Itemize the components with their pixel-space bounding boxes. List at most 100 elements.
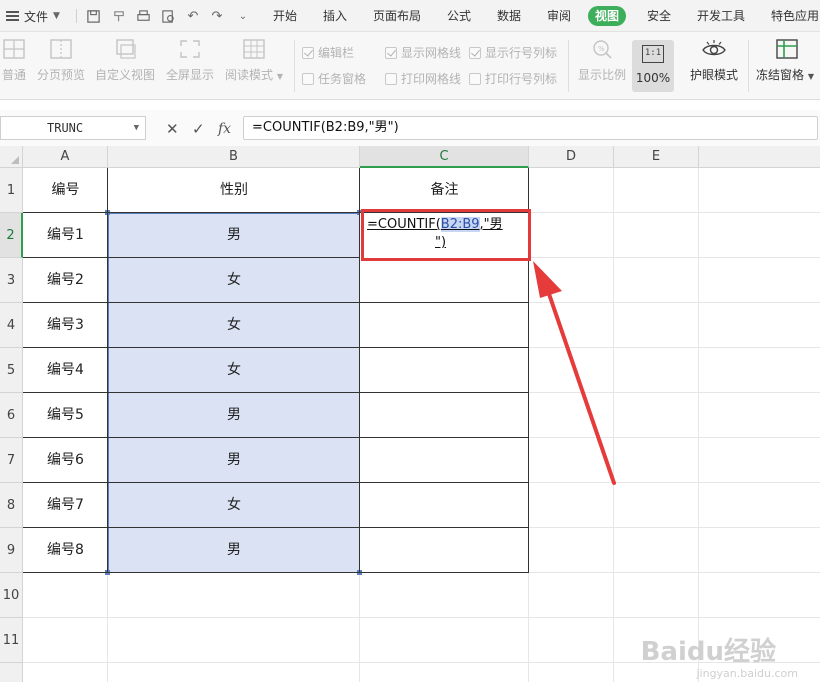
cell-a1[interactable]: 编号 (23, 168, 108, 213)
cancel-icon[interactable]: ✕ (166, 122, 179, 137)
show-gridlines-checkbox-label: 显示网格线 (401, 46, 462, 60)
cell-b2[interactable]: 男 (108, 213, 360, 258)
checkbox-icon (469, 72, 481, 85)
checkbox-icon (469, 46, 481, 59)
tab-view[interactable]: 视图 (588, 6, 627, 26)
print-headings-checkbox[interactable]: 打印行号列标 (469, 70, 557, 87)
cell-a9[interactable]: 编号8 (23, 528, 108, 573)
tab-review[interactable]: 审阅 (547, 8, 571, 24)
cell-a3[interactable]: 编号2 (23, 258, 108, 303)
print-icon[interactable] (134, 7, 152, 25)
file-menu[interactable]: 文件 ▼ (6, 8, 60, 24)
zoom-ratio-label: 显示比例 (577, 68, 626, 82)
cell-b6[interactable]: 男 (108, 393, 360, 438)
cell-a7[interactable]: 编号6 (23, 438, 108, 483)
cell-a6[interactable]: 编号5 (23, 393, 108, 438)
magnifier-icon: % (593, 40, 612, 59)
checkbox-icon (302, 72, 314, 85)
watermark-logo: Baidu经验 (640, 637, 776, 667)
format-painter-icon[interactable] (110, 7, 128, 25)
column-header-c[interactable]: C (360, 146, 529, 168)
redo-icon[interactable]: ↷ (208, 7, 226, 25)
row-header-5[interactable]: 5 (0, 348, 23, 393)
chevron-down-icon: ▼ (276, 72, 283, 81)
column-header-e[interactable]: E (614, 146, 699, 168)
normal-view-icon (3, 39, 25, 59)
print-gridlines-checkbox[interactable]: 打印网格线 (385, 70, 461, 87)
file-menu-label: 文件 (24, 9, 49, 24)
cell-b5[interactable]: 女 (108, 348, 360, 393)
page-break-preview-label: 分页预览 (36, 68, 85, 82)
freeze-panes-label: 冻结窗格 (756, 68, 805, 82)
normal-view-button[interactable]: 普通 (0, 38, 32, 83)
name-box[interactable]: TRUNC ▼ (0, 116, 146, 140)
row-header-6[interactable]: 6 (0, 393, 23, 438)
zoom-100-button[interactable]: 1:1 100% (632, 40, 674, 92)
cell-b8[interactable]: 女 (108, 483, 360, 528)
reading-mode-label: 阅读模式 (225, 68, 274, 82)
row-header-3[interactable]: 3 (0, 258, 23, 303)
formula-bar-checkbox[interactable]: 编辑栏 (302, 44, 354, 61)
show-gridlines-checkbox[interactable]: 显示网格线 (385, 44, 461, 61)
cell-a5[interactable]: 编号4 (23, 348, 108, 393)
column-header-a[interactable]: A (23, 146, 108, 168)
row-header-1[interactable]: 1 (0, 168, 23, 213)
chevron-down-icon: ▼ (53, 11, 60, 21)
show-headings-checkbox[interactable]: 显示行号列标 (469, 44, 557, 61)
cell-a2[interactable]: 编号1 (23, 213, 108, 258)
task-pane-checkbox[interactable]: 任务窗格 (302, 70, 366, 87)
confirm-icon[interactable]: ✓ (192, 122, 205, 137)
checkbox-icon (302, 46, 314, 59)
svg-text:%: % (598, 45, 605, 53)
cell-b7[interactable]: 男 (108, 438, 360, 483)
cell-a8[interactable]: 编号7 (23, 483, 108, 528)
row-header-11[interactable]: 11 (0, 618, 23, 663)
page-break-preview-button[interactable]: 分页预览 (36, 38, 86, 83)
row-header-10[interactable]: 10 (0, 573, 23, 618)
custom-view-button[interactable]: 自定义视图 (94, 38, 156, 83)
tab-insert[interactable]: 插入 (323, 8, 347, 24)
row-header-4[interactable]: 4 (0, 303, 23, 348)
tab-formulas[interactable]: 公式 (447, 8, 471, 24)
tab-home[interactable]: 开始 (273, 8, 297, 24)
full-screen-button[interactable]: 全屏显示 (164, 38, 216, 83)
column-header-d[interactable]: D (529, 146, 614, 168)
page-break-icon (50, 39, 72, 59)
tab-special-apps[interactable]: 特色应用 (771, 8, 819, 24)
row-header-9[interactable]: 9 (0, 528, 23, 573)
print-preview-icon[interactable] (159, 7, 177, 25)
divider (294, 40, 295, 92)
save-icon[interactable] (84, 7, 102, 25)
menu-bar: 文件 ▼ ↶ ↷ ⌄ 开始 插入 页面布局 公式 数据 审阅 视图 安全 开发工… (0, 0, 820, 32)
undo-icon[interactable]: ↶ (184, 7, 202, 25)
row-header-blank (0, 663, 23, 682)
tab-security[interactable]: 安全 (647, 8, 671, 24)
row-header-7[interactable]: 7 (0, 438, 23, 483)
column-header-b[interactable]: B (108, 146, 360, 168)
zoom-ratio-button[interactable]: % 显示比例 (576, 38, 628, 83)
highlight-box (361, 209, 531, 261)
tab-developer[interactable]: 开发工具 (697, 8, 745, 24)
row-header-8[interactable]: 8 (0, 483, 23, 528)
tab-page-layout[interactable]: 页面布局 (373, 8, 421, 24)
zoom-100-label: 100% (635, 71, 671, 85)
tab-data[interactable]: 数据 (497, 8, 521, 24)
cell-b3[interactable]: 女 (108, 258, 360, 303)
cell-c1[interactable]: 备注 (360, 168, 529, 213)
fx-icon[interactable]: fx (218, 122, 231, 136)
customize-chevron-icon[interactable]: ⌄ (234, 7, 252, 25)
cell-b9[interactable]: 男 (108, 528, 360, 573)
reading-mode-icon (243, 39, 265, 59)
cell-b4[interactable]: 女 (108, 303, 360, 348)
show-headings-checkbox-label: 显示行号列标 (485, 46, 558, 60)
annotation-arrow-icon (533, 261, 616, 485)
gridline (23, 617, 820, 618)
reading-mode-button[interactable]: 阅读模式 ▼ (224, 38, 284, 83)
formula-input[interactable]: =COUNTIF(B2:B9,"男") (243, 116, 818, 140)
cell-b1[interactable]: 性别 (108, 168, 360, 213)
eye-protection-button[interactable]: 护眼模式 (688, 38, 740, 83)
freeze-panes-button[interactable]: 冻结窗格 ▼ (756, 38, 820, 83)
cell-a4[interactable]: 编号3 (23, 303, 108, 348)
row-header-2[interactable]: 2 (0, 213, 23, 258)
select-all-corner[interactable] (0, 146, 23, 168)
